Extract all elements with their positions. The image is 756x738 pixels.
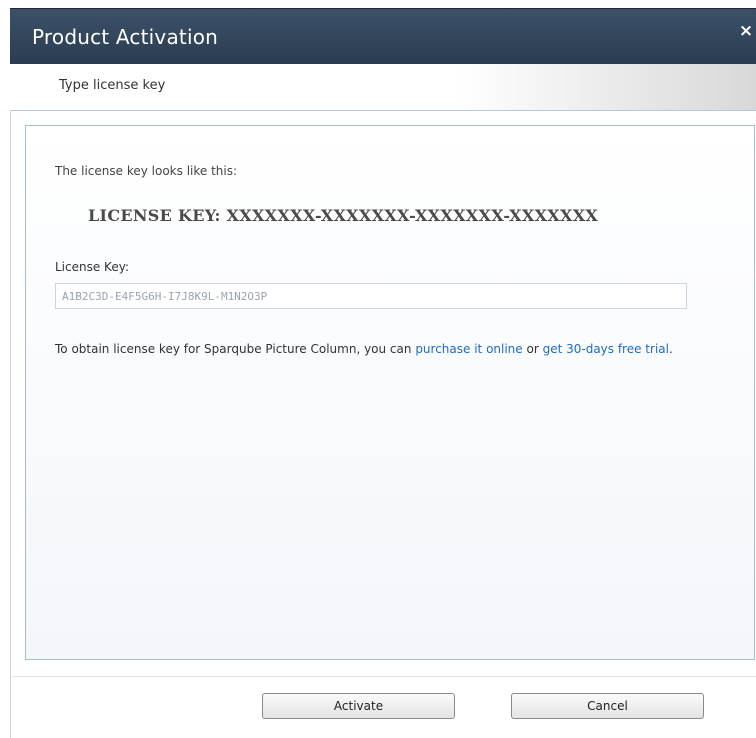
license-key-example: LICENSE KEY: XXXXXXX-XXXXXXX-XXXXXXX-XXX…	[88, 206, 599, 225]
info-prefix: To obtain license key for Sparqube Pictu…	[55, 342, 416, 356]
license-key-label: License Key:	[55, 260, 129, 274]
close-icon[interactable]: ×	[738, 21, 754, 41]
obtain-key-info: To obtain license key for Sparqube Pictu…	[55, 341, 715, 357]
license-key-input[interactable]	[55, 283, 687, 309]
purchase-online-link[interactable]: purchase it online	[415, 342, 522, 356]
content-panel: The license key looks like this: LICENSE…	[25, 125, 755, 660]
activate-button[interactable]: Activate	[262, 693, 455, 719]
cancel-button[interactable]: Cancel	[511, 693, 704, 719]
dialog-title: Product Activation	[32, 25, 219, 49]
dialog-titlebar: Product Activation ×	[10, 8, 756, 64]
info-suffix: .	[668, 342, 673, 356]
free-trial-link[interactable]: get 30-days free trial	[543, 342, 669, 356]
step-label: Type license key	[59, 78, 166, 93]
left-border	[10, 110, 11, 738]
step-header: Type license key	[10, 64, 756, 111]
key-format-hint: The license key looks like this:	[55, 164, 238, 178]
info-middle: or	[522, 342, 543, 356]
product-activation-dialog: Product Activation × Type license key Th…	[0, 0, 756, 738]
footer-divider	[10, 676, 756, 677]
